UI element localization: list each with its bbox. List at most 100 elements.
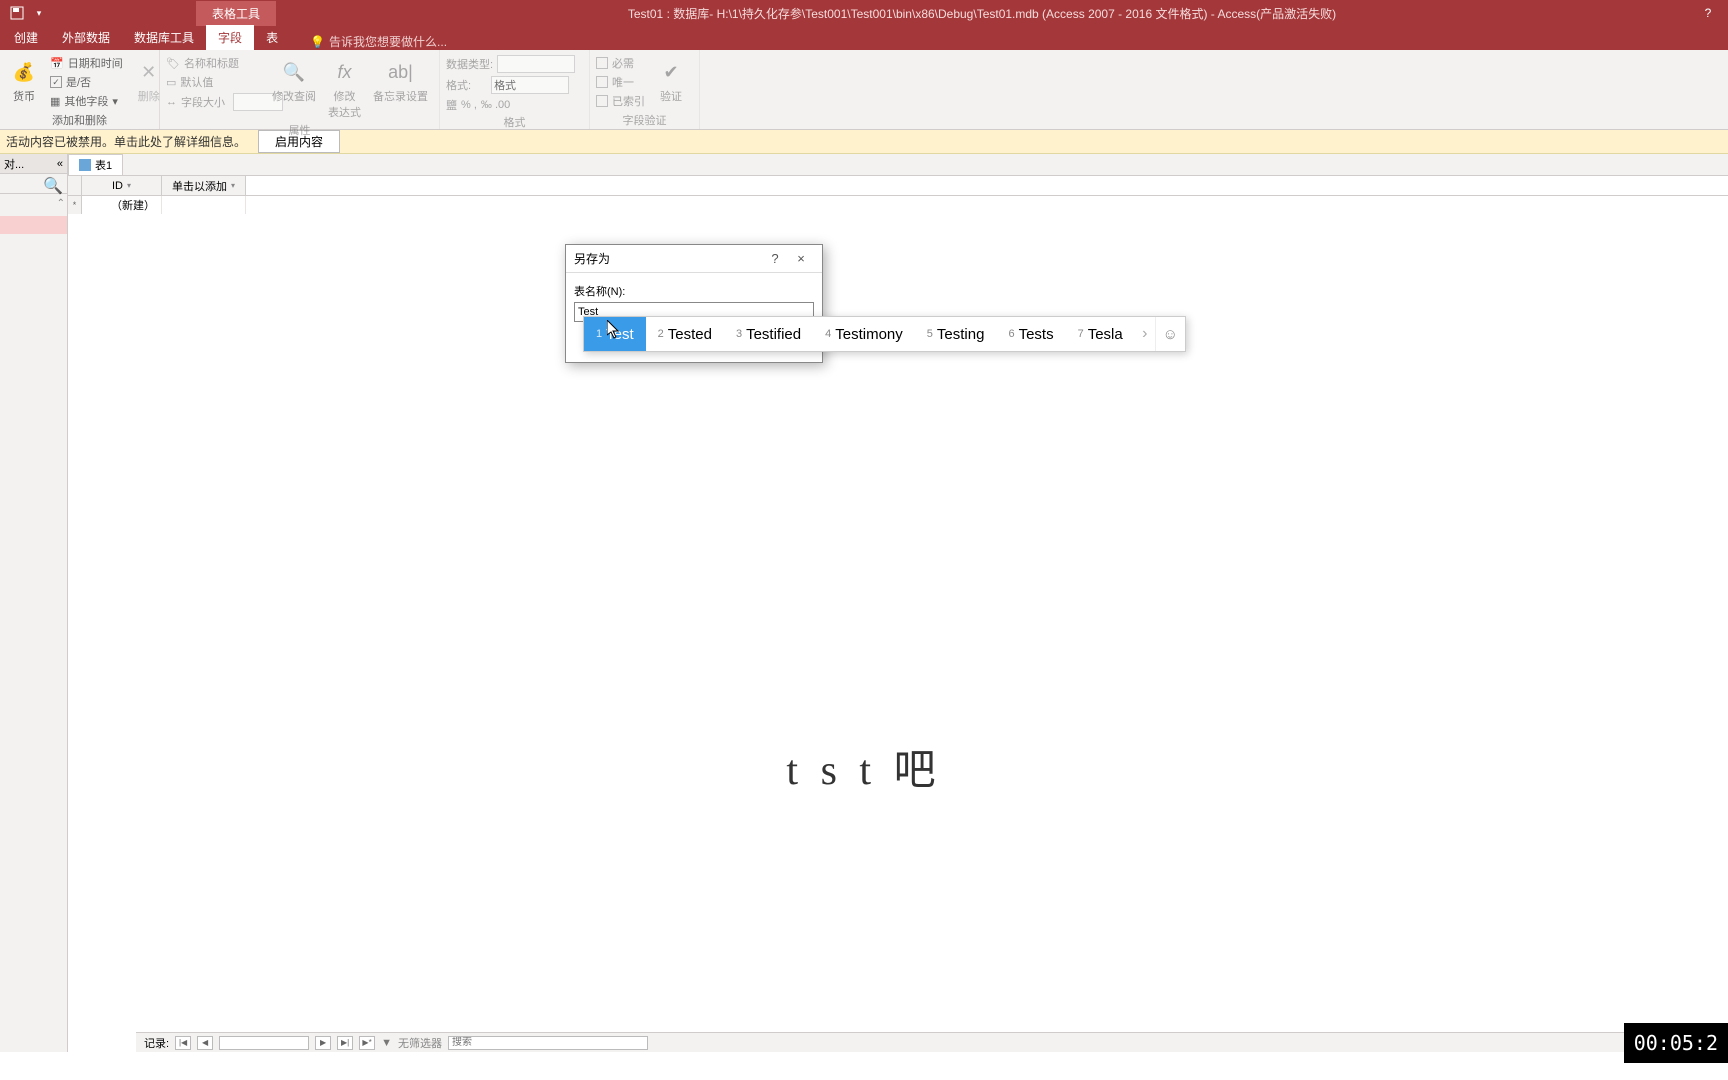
dialog-title: 另存为: [574, 250, 610, 267]
nav-search-row[interactable]: 🔍: [0, 174, 67, 194]
navigation-pane[interactable]: 对... « 🔍 ⌃: [0, 154, 68, 1052]
search-input[interactable]: [448, 1036, 648, 1050]
search-icon[interactable]: 🔍: [43, 176, 63, 191]
tab-create[interactable]: 创建: [2, 25, 50, 50]
ime-candidate-5[interactable]: 5Testing: [915, 317, 997, 351]
indexed-checkbox[interactable]: 已索引: [594, 92, 647, 110]
dialog-title-bar[interactable]: 另存为 ? ×: [566, 245, 822, 273]
quick-access-toolbar: ▾: [0, 2, 56, 24]
ribbon-group-validation: 必需 唯一 已索引 ✔验证 字段验证: [590, 50, 700, 129]
ime-candidate-3[interactable]: 3Testified: [724, 317, 813, 351]
ribbon-content: 💰货币 📅日期和时间 ✓是/否 ▦其他字段 ▾ ✕删除 添加和删除 🏷名称和标题…: [0, 50, 1728, 130]
validate-button[interactable]: ✔验证: [651, 54, 691, 106]
tell-me-search[interactable]: 💡 告诉我您想要做什么...: [290, 33, 447, 50]
ime-candidate-7[interactable]: 7Tesla: [1066, 317, 1135, 351]
cell-id-new[interactable]: （新建）: [82, 196, 162, 214]
record-label: 记录:: [144, 1035, 169, 1051]
yes-no-button[interactable]: ✓是/否: [48, 73, 125, 91]
required-checkbox[interactable]: 必需: [594, 54, 647, 72]
ime-emoji-button[interactable]: ☺: [1155, 317, 1185, 351]
lookup-icon: 🔍: [278, 56, 310, 88]
modify-lookup-button[interactable]: 🔍修改查阅: [268, 54, 320, 106]
default-icon: ▭: [166, 76, 176, 89]
select-all-corner[interactable]: [68, 176, 82, 195]
filter-icon[interactable]: ▼: [381, 1037, 392, 1049]
lightbulb-icon: 💡: [310, 35, 325, 49]
datasheet[interactable]: ID▾ 单击以添加▾ * （新建）: [68, 176, 1728, 214]
ime-next-page-icon[interactable]: ›: [1135, 325, 1155, 343]
tab-external-data[interactable]: 外部数据: [50, 25, 122, 50]
recording-timer: 00:05:2: [1624, 1023, 1728, 1063]
column-header-add[interactable]: 单击以添加▾: [162, 176, 246, 195]
tab-database-tools[interactable]: 数据库工具: [122, 25, 206, 50]
help-button[interactable]: ?: [1688, 6, 1728, 20]
memo-settings-button[interactable]: ab|备忘录设置: [369, 54, 432, 106]
dropdown-icon[interactable]: ▾: [127, 181, 131, 190]
format-select[interactable]: [491, 76, 569, 94]
unique-checkbox[interactable]: 唯一: [594, 73, 647, 91]
save-icon[interactable]: [6, 2, 28, 24]
document-tabs: 表1: [68, 154, 1728, 176]
collapse-nav-icon[interactable]: «: [57, 158, 63, 170]
group-label: 字段验证: [594, 112, 695, 127]
tag-icon: 🏷: [166, 57, 180, 70]
more-fields-icon: ▦: [50, 95, 60, 108]
more-fields-button[interactable]: ▦其他字段 ▾: [48, 92, 125, 110]
currency-icon: 💰: [8, 56, 40, 88]
record-number-input[interactable]: [219, 1036, 309, 1050]
next-record-button[interactable]: ▶: [315, 1036, 331, 1050]
column-header-id[interactable]: ID▾: [82, 176, 162, 195]
name-title-button[interactable]: 🏷名称和标题: [164, 54, 264, 72]
first-record-button[interactable]: |◀: [175, 1036, 191, 1050]
currency-symbol-icon: 鹽: [446, 97, 457, 113]
document-tab-table1[interactable]: 表1: [68, 154, 123, 175]
nav-selected-item[interactable]: [0, 216, 67, 234]
fx-icon: fx: [329, 56, 361, 88]
work-area: 表1 ID▾ 单击以添加▾ * （新建） 记录: |◀ ◀ ▶ ▶| ▶* ▼: [68, 154, 1728, 1052]
modify-expression-button[interactable]: fx修改 表达式: [324, 54, 365, 122]
ime-candidate-4[interactable]: 4Testimony: [813, 317, 915, 351]
checkbox-icon: ✓: [50, 76, 62, 88]
tab-fields[interactable]: 字段: [206, 25, 254, 50]
tab-table[interactable]: 表: [254, 25, 290, 50]
currency-button[interactable]: 💰货币: [4, 54, 44, 106]
ime-candidate-1[interactable]: 1Test: [584, 317, 646, 351]
cell-add-new[interactable]: [162, 196, 246, 214]
ribbon-tabs: 创建 外部数据 数据库工具 字段 表 💡 告诉我您想要做什么...: [0, 26, 1728, 50]
title-bar: ▾ 表格工具 Test01 : 数据库- H:\1\持久化存参\Test001\…: [0, 0, 1728, 26]
contextual-tab-group: 表格工具: [196, 1, 276, 26]
dialog-close-button[interactable]: ×: [788, 251, 814, 266]
dropdown-icon[interactable]: ▾: [231, 181, 235, 190]
qat-dropdown-icon[interactable]: ▾: [28, 2, 50, 24]
dialog-help-button[interactable]: ?: [762, 251, 788, 266]
ribbon-group-add-delete: 💰货币 📅日期和时间 ✓是/否 ▦其他字段 ▾ ✕删除 添加和删除: [0, 50, 160, 129]
ime-candidate-2[interactable]: 2Tested: [646, 317, 724, 351]
default-value-button[interactable]: ▭默认值: [164, 73, 264, 91]
nav-pane-header[interactable]: 对... «: [0, 154, 67, 174]
data-type-select[interactable]: [497, 55, 575, 73]
new-row-marker: *: [68, 196, 82, 214]
datasheet-header: ID▾ 单击以添加▾: [68, 176, 1728, 196]
date-time-button[interactable]: 📅日期和时间: [48, 54, 125, 72]
table-row-new[interactable]: * （新建）: [68, 196, 1728, 214]
field-size-button[interactable]: ↔字段大小: [164, 92, 264, 112]
group-label: 格式: [444, 114, 585, 129]
prev-record-button[interactable]: ◀: [197, 1036, 213, 1050]
format-row: 格式:: [444, 75, 584, 95]
table-name-label: 表名称(N):: [574, 283, 814, 299]
size-icon: ↔: [166, 96, 177, 108]
new-record-button[interactable]: ▶*: [359, 1036, 375, 1050]
calendar-icon: 📅: [50, 57, 64, 70]
ribbon-group-properties: 🏷名称和标题 ▭默认值 ↔字段大小 🔍修改查阅 fx修改 表达式 ab|备忘录设…: [160, 50, 440, 129]
ribbon-group-formatting: 数据类型: 格式: 鹽% , ‰ .00 格式: [440, 50, 590, 129]
last-record-button[interactable]: ▶|: [337, 1036, 353, 1050]
group-label: 属性: [164, 122, 435, 137]
nav-section-collapse-icon[interactable]: ⌃: [57, 198, 65, 209]
data-type-row: 数据类型:: [444, 54, 584, 74]
ime-candidate-bar[interactable]: 1Test 2Tested 3Testified 4Testimony 5Tes…: [583, 316, 1186, 352]
table-icon: [79, 159, 91, 171]
number-format-row[interactable]: 鹽% , ‰ .00: [444, 96, 584, 114]
video-subtitle: t s t 吧: [0, 736, 1728, 797]
validate-icon: ✔: [655, 56, 687, 88]
ime-candidate-6[interactable]: 6Tests: [996, 317, 1065, 351]
